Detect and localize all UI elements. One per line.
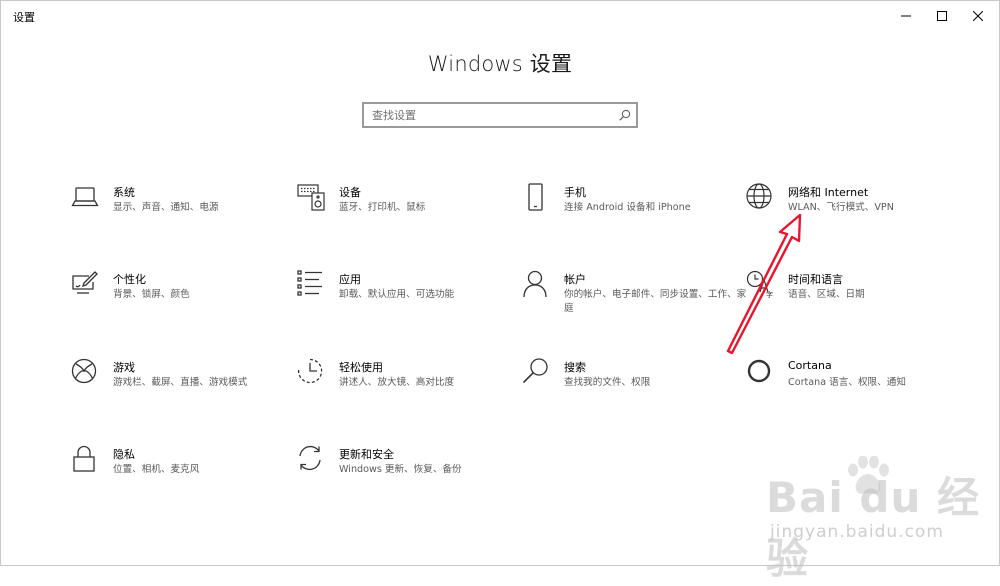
time-language-icon: 字	[746, 270, 774, 299]
tile-title: 设备	[339, 186, 361, 199]
tile-description: 游戏栏、截屏、直播、游戏模式	[113, 377, 248, 388]
minimize-icon	[901, 15, 911, 17]
search-icon[interactable]	[619, 109, 631, 121]
search-box[interactable]	[362, 102, 638, 128]
tile-title: 搜索	[564, 361, 586, 374]
paintbrush-icon	[71, 270, 99, 298]
person-icon	[522, 270, 550, 298]
tile-title: 手机	[564, 186, 586, 199]
settings-window: 设置 Windows 设置 系统 显示、声音、通知、电源	[0, 0, 1000, 583]
tile-description: 讲述人、放大镜、高对比度	[339, 377, 455, 388]
tile-description: 背景、锁屏、颜色	[113, 289, 190, 300]
tile-accounts[interactable]: 帐户 你的帐户、电子邮件、同步设置、工作、家庭	[522, 270, 747, 326]
tile-ease-of-access[interactable]: 轻松使用 讲述人、放大镜、高对比度	[297, 358, 522, 414]
tile-privacy[interactable]: 隐私 位置、相机、麦克风	[71, 445, 296, 501]
tile-personalization[interactable]: 个性化 背景、锁屏、颜色	[71, 270, 296, 326]
tile-system[interactable]: 系统 显示、声音、通知、电源	[71, 183, 296, 239]
tile-phone[interactable]: 手机 连接 Android 设备和 iPhone	[522, 183, 747, 239]
tile-description: 卸载、默认应用、可选功能	[339, 289, 455, 300]
tile-title: 应用	[339, 273, 361, 286]
tile-cortana[interactable]: Cortana Cortana 语言、权限、通知	[746, 358, 971, 414]
tile-description: 你的帐户、电子邮件、同步设置、工作、家庭	[564, 289, 747, 314]
window-title: 设置	[13, 11, 35, 24]
xbox-icon	[71, 358, 99, 386]
tile-title: 轻松使用	[339, 361, 383, 374]
tile-search[interactable]: 搜索 查找我的文件、权限	[522, 358, 747, 414]
tile-time-language[interactable]: 字 时间和语言 语音、区域、日期	[746, 270, 971, 326]
phone-icon	[522, 183, 550, 211]
tile-description: WLAN、飞行模式、VPN	[788, 202, 894, 213]
tile-title: 更新和安全	[339, 448, 394, 461]
close-button[interactable]	[955, 1, 1000, 31]
close-icon	[973, 11, 983, 21]
tile-title: 游戏	[113, 361, 135, 374]
tile-title: 个性化	[113, 273, 146, 286]
tile-description: Windows 更新、恢复、备份	[339, 464, 462, 475]
maximize-icon	[937, 11, 947, 21]
tile-description: Cortana 语言、权限、通知	[788, 377, 906, 388]
watermark: Bai du 经验 jingyan.baidu.com	[766, 456, 996, 583]
title-bar[interactable]: 设置	[1, 1, 999, 31]
cortana-ring-icon	[746, 358, 774, 386]
search-input[interactable]	[364, 104, 622, 126]
tile-description: 位置、相机、麦克风	[113, 464, 200, 475]
tile-description: 语音、区域、日期	[788, 289, 865, 300]
tile-title: Cortana	[788, 359, 832, 372]
magnifier-icon	[522, 358, 550, 386]
tile-description: 显示、声音、通知、电源	[113, 202, 219, 213]
tile-gaming[interactable]: 游戏 游戏栏、截屏、直播、游戏模式	[71, 358, 296, 414]
tile-title: 帐户	[564, 273, 586, 286]
tile-update-security[interactable]: 更新和安全 Windows 更新、恢复、备份	[297, 445, 522, 501]
globe-icon	[746, 183, 774, 211]
ease-of-access-icon	[297, 358, 325, 386]
tile-description: 蓝牙、打印机、鼠标	[339, 202, 426, 213]
svg-text:字: 字	[766, 290, 773, 299]
tile-apps[interactable]: 应用 卸载、默认应用、可选功能	[297, 270, 522, 326]
tile-title: 网络和 Internet	[788, 186, 869, 199]
lock-icon	[71, 445, 99, 473]
tile-title: 隐私	[113, 448, 135, 461]
tile-title: 系统	[113, 186, 135, 199]
tile-devices[interactable]: 设备 蓝牙、打印机、鼠标	[297, 183, 522, 239]
tile-description: 连接 Android 设备和 iPhone	[564, 202, 691, 213]
keyboard-speaker-icon	[297, 183, 325, 211]
tile-title: 时间和语言	[788, 273, 843, 286]
tile-network[interactable]: 网络和 Internet WLAN、飞行模式、VPN	[746, 183, 971, 239]
laptop-icon	[71, 183, 99, 211]
apps-list-icon	[297, 270, 325, 298]
tile-description: 查找我的文件、权限	[564, 377, 651, 388]
page-title: Windows 设置	[427, 52, 573, 76]
watermark-url: jingyan.baidu.com	[770, 522, 944, 542]
sync-icon	[297, 445, 325, 473]
